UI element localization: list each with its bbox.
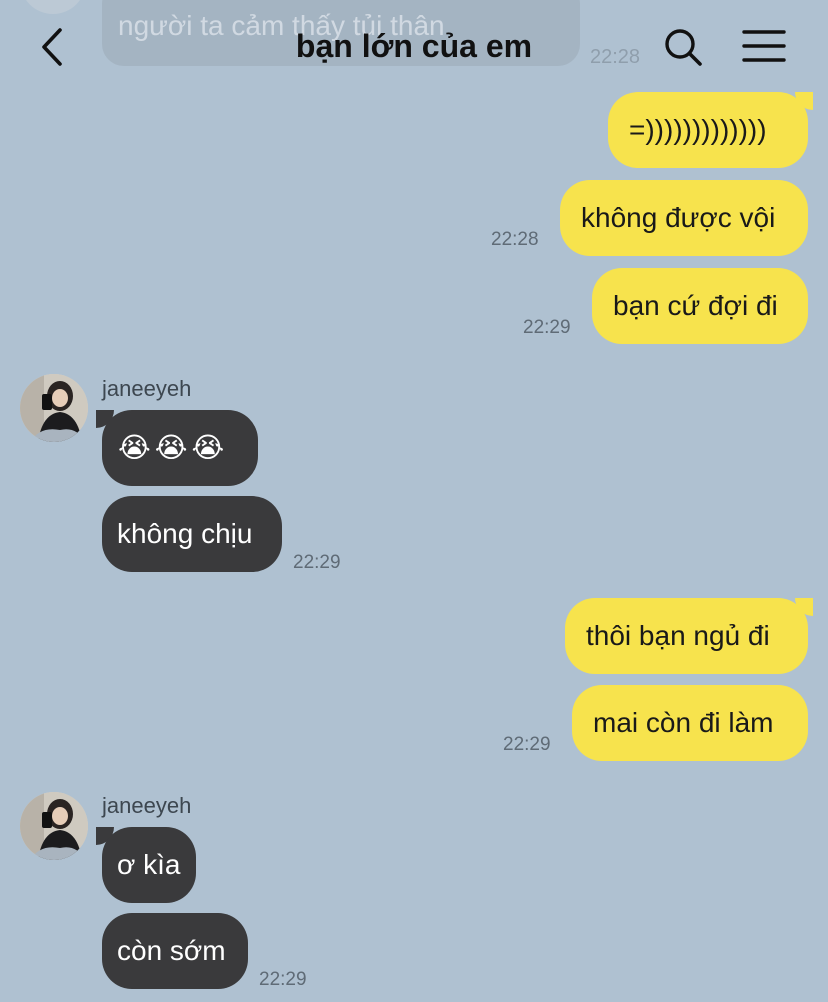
message-time: 22:29 xyxy=(293,552,341,573)
previous-message-avatar xyxy=(20,0,86,14)
message-time: 22:29 xyxy=(259,969,307,990)
message-time: 22:28 xyxy=(491,229,539,250)
emoji-row: 😭 😭 😭 xyxy=(118,410,242,486)
message-time: 22:29 xyxy=(523,317,571,338)
message-time: 22:29 xyxy=(503,734,551,755)
sender-name: janeeyeh xyxy=(102,376,192,401)
avatar[interactable] xyxy=(20,792,88,860)
incoming-message-bubble[interactable]: không chịu xyxy=(102,496,282,572)
hamburger-menu-icon xyxy=(742,30,786,62)
outgoing-message-bubble[interactable]: thôi bạn ngủ đi xyxy=(565,598,808,674)
avatar[interactable] xyxy=(20,374,88,442)
search-icon xyxy=(665,29,702,66)
loudly-crying-face-icon: 😭 xyxy=(154,432,188,463)
profile-photo xyxy=(20,374,88,442)
loudly-crying-face-icon: 😭 xyxy=(118,432,151,463)
incoming-message-bubble[interactable]: ơ kìa xyxy=(102,827,196,903)
menu-button[interactable] xyxy=(740,26,788,68)
chat-header: người ta cảm thấy tủi thân 22:28 bạn lớn… xyxy=(0,0,828,92)
outgoing-message-bubble[interactable]: mai còn đi làm xyxy=(572,685,808,761)
outgoing-message-bubble[interactable]: =))))))))))))) xyxy=(608,92,808,168)
outgoing-message-bubble[interactable]: bạn cứ đợi đi xyxy=(592,268,808,344)
profile-photo xyxy=(20,792,88,860)
outgoing-message-bubble[interactable]: không được vội xyxy=(560,180,808,256)
loudly-crying-face-icon: 😭 xyxy=(191,432,225,463)
incoming-message-bubble[interactable]: 😭 😭 😭 xyxy=(102,410,258,486)
sender-name: janeeyeh xyxy=(102,793,192,818)
search-button[interactable] xyxy=(660,24,706,70)
incoming-message-bubble[interactable]: còn sớm xyxy=(102,913,248,989)
